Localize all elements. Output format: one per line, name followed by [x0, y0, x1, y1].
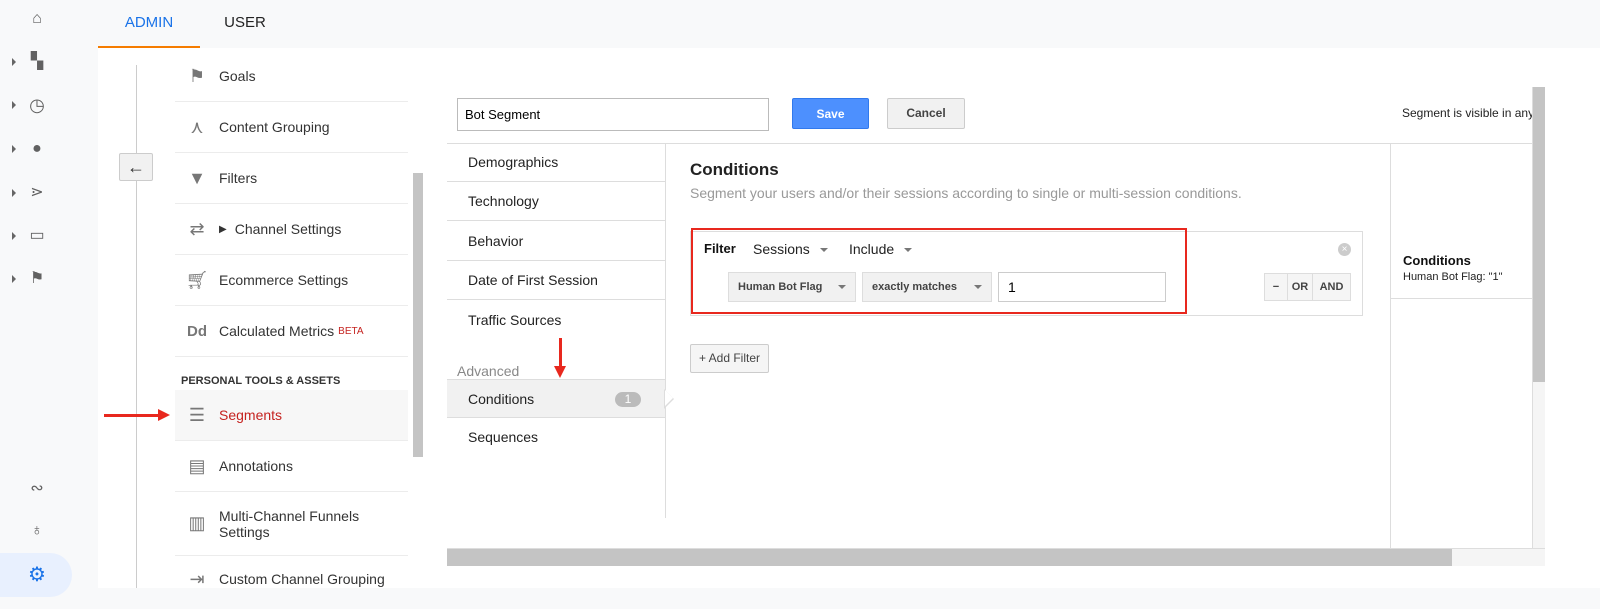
summary-divider-line [1391, 298, 1532, 299]
tab-admin-label: ADMIN [124, 14, 174, 31]
segment-name-input[interactable] [457, 98, 769, 131]
dd-icon: Dd [187, 322, 207, 340]
vertical-scroll-thumb[interactable] [1533, 87, 1545, 382]
count-badge: 1 [615, 392, 641, 407]
nav-item-label: Content Grouping [219, 119, 330, 135]
cart-icon: 🛒︎ [185, 269, 209, 290]
advanced-label: Advanced [457, 363, 520, 379]
beta-badge: BETA [338, 325, 364, 337]
cancel-button[interactable]: Cancel [887, 98, 965, 129]
nav-item-goals[interactable]: ⚑ Goals [175, 51, 408, 102]
menu-behavior[interactable]: Behavior [447, 222, 665, 261]
and-button[interactable]: AND [1313, 274, 1350, 300]
nav-item-label: Filters [219, 170, 258, 186]
remove-condition-button[interactable]: − [1265, 274, 1288, 300]
nav-item-content-grouping[interactable]: ⋏ Content Grouping [175, 102, 408, 153]
logic-button-group: − OR AND [1264, 273, 1351, 301]
remove-filter-icon[interactable]: × [1338, 243, 1351, 256]
nav-item-label: Channel Settings [234, 221, 342, 237]
expand-caret[interactable] [12, 101, 16, 109]
or-button[interactable]: OR [1288, 274, 1313, 300]
nav-item-mcf-settings[interactable]: ▥ Multi-Channel Funnels Settings [175, 492, 408, 556]
tab-user-label: USER [224, 14, 266, 31]
menu-date-of-first-session[interactable]: Date of First Session [447, 261, 665, 300]
expand-caret-icon: ▶ [219, 223, 227, 235]
expand-caret[interactable] [12, 145, 16, 153]
expand-caret[interactable] [12, 58, 16, 66]
active-pointer-inner [665, 390, 673, 406]
conditions-title: Conditions [690, 160, 779, 179]
horizontal-scrollbar[interactable] [447, 548, 1545, 566]
annotation-arrow-head [554, 366, 566, 378]
visibility-text: Segment is visible in any [1402, 106, 1535, 120]
nav-item-label: Annotations [219, 458, 293, 474]
behavior-icon[interactable]: ▭ [27, 226, 47, 246]
add-filter-button[interactable]: + Add Filter [690, 344, 769, 373]
expand-caret[interactable] [12, 189, 16, 197]
conditions-subtitle: Segment your users and/or their sessions… [690, 185, 1242, 201]
expand-caret[interactable] [12, 275, 16, 283]
nav-item-label: Goals [219, 68, 256, 84]
annotation-icon: ▤ [188, 455, 206, 476]
nav-item-ecommerce-settings[interactable]: 🛒︎ Ecommerce Settings [175, 255, 408, 306]
back-button[interactable]: ← [119, 153, 153, 181]
horizontal-scroll-thumb[interactable] [447, 549, 1452, 566]
filter-icon: ▼ [188, 167, 206, 188]
annotation-arrow [104, 414, 160, 417]
channel-icon: ⇄ [189, 218, 205, 239]
menu-technology[interactable]: Technology [447, 182, 665, 221]
nav-item-segments[interactable]: ☰ Segments [175, 390, 408, 441]
tab-user[interactable]: USER [200, 0, 290, 48]
nav-item-filters[interactable]: ▼ Filters [175, 153, 408, 204]
nav-item-annotations[interactable]: ▤ Annotations [175, 441, 408, 492]
nav-item-label: Ecommerce Settings [219, 272, 349, 288]
annotation-arrow-head [158, 409, 170, 421]
nav-item-label: Calculated Metrics [219, 323, 335, 339]
nav-item-label: Multi-Channel Funnels Settings [219, 507, 360, 540]
nav-item-label: Segments [219, 407, 283, 423]
menu-demographics[interactable]: Demographics [447, 143, 665, 182]
segments-icon: ☰ [188, 404, 206, 425]
menu-divider [665, 143, 666, 518]
vertical-scrollbar[interactable] [1532, 87, 1545, 548]
summary-title: Conditions [1403, 253, 1471, 268]
path-icon[interactable]: ∾ [27, 479, 47, 499]
acquisition-icon[interactable]: ⋗ [27, 183, 47, 203]
nav-item-channel-settings[interactable]: ⇄ ▶ Channel Settings [175, 204, 408, 255]
tab-admin[interactable]: ADMIN [98, 0, 200, 48]
save-button[interactable]: Save [792, 98, 869, 129]
nav-item-calculated-metrics[interactable]: Dd Calculated Metrics BETA [175, 306, 408, 357]
flag-icon: ⚑ [188, 65, 206, 86]
nav-scrollbar[interactable] [413, 173, 423, 457]
expand-caret[interactable] [12, 232, 16, 240]
bar-chart-icon: ▥ [188, 513, 206, 533]
channel-icon: ⇥ [189, 568, 205, 589]
summary-text: Human Bot Flag: "1" [1403, 271, 1503, 283]
menu-label: Conditions [468, 391, 535, 407]
gear-icon[interactable]: ⚙ [27, 565, 47, 585]
merge-icon: ⋏ [190, 116, 204, 137]
menu-sequences[interactable]: Sequences [447, 418, 665, 457]
summary-divider [1390, 143, 1391, 548]
nav-item-custom-channel-grouping[interactable]: ⇥ Custom Channel Grouping [175, 556, 408, 602]
annotation-arrow [559, 338, 562, 368]
clock-icon[interactable]: ◷ [27, 95, 47, 115]
arrow-left-icon: ← [127, 157, 145, 177]
flag-icon[interactable]: ⚑ [27, 269, 47, 289]
section-header: PERSONAL TOOLS & ASSETS [181, 375, 341, 387]
menu-conditions[interactable]: Conditions 1 [447, 379, 665, 418]
home-icon[interactable]: ⌂ [27, 9, 47, 29]
menu-traffic-sources[interactable]: Traffic Sources [447, 301, 665, 340]
dashboard-add-icon[interactable]: ▚ [27, 52, 47, 72]
person-icon[interactable]: ● [27, 139, 47, 159]
annotation-highlight-box [691, 228, 1187, 314]
nav-item-label: Custom Channel Grouping [219, 571, 385, 587]
lightbulb-icon[interactable]: ♁ [27, 521, 47, 541]
nav-divider [136, 65, 137, 588]
